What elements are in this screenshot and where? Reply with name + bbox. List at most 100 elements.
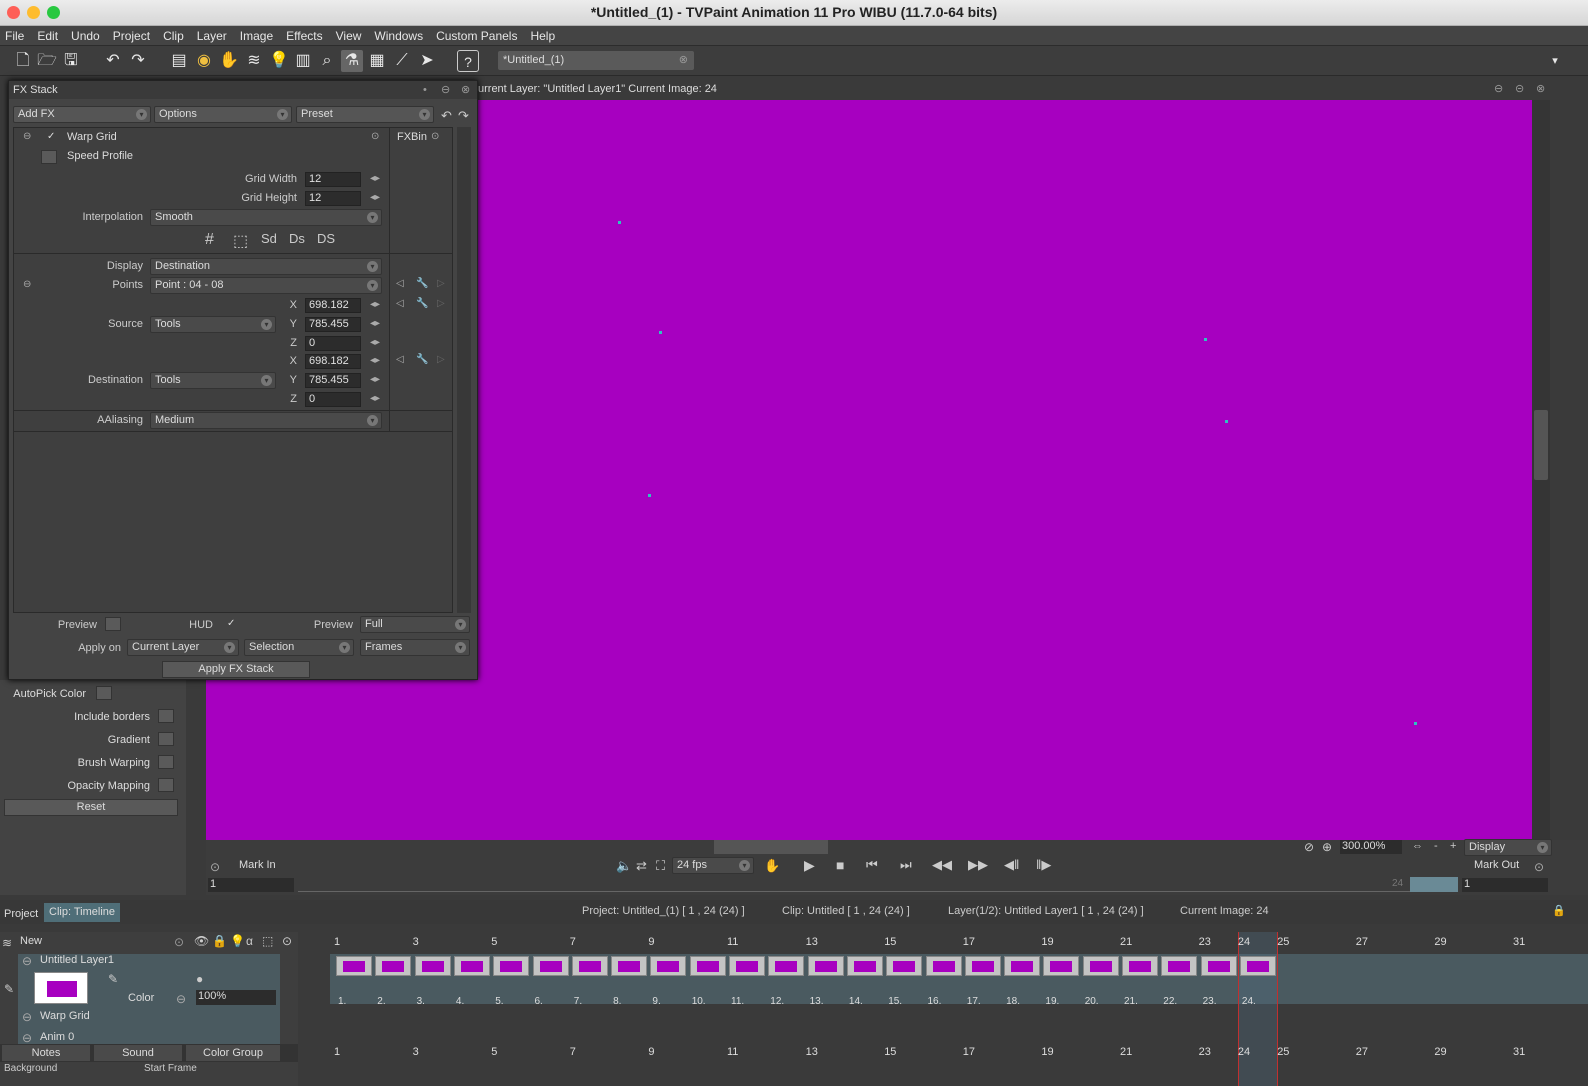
- effect-menu-icon[interactable]: ⊙: [371, 131, 379, 142]
- brush-warping-checkbox[interactable]: [158, 755, 174, 769]
- source-y-slider-icon[interactable]: ◂▸: [370, 318, 380, 329]
- frame-cell[interactable]: [964, 956, 1001, 976]
- menu-file[interactable]: File: [0, 29, 32, 43]
- new-file-icon[interactable]: 🗋: [12, 50, 34, 72]
- frame-slider-thumb[interactable]: [1410, 877, 1458, 892]
- grid-height-input[interactable]: 12: [305, 191, 361, 206]
- light-table-icon[interactable]: 💡: [268, 50, 290, 72]
- zoom-in-icon[interactable]: +: [1450, 840, 1456, 852]
- swap-mode-icon[interactable]: DS: [317, 231, 335, 246]
- key-wrench-icon[interactable]: 🔧: [416, 278, 428, 289]
- frame-cell[interactable]: [1082, 956, 1119, 976]
- frame-cell[interactable]: [650, 956, 687, 976]
- help-icon[interactable]: ?: [457, 50, 479, 72]
- scrub-icon[interactable]: ✋: [764, 858, 780, 874]
- minimize-view-icon[interactable]: ⊝: [1515, 80, 1524, 98]
- warp-grid-track[interactable]: Warp Grid: [40, 1010, 90, 1022]
- tab-notes[interactable]: Notes: [2, 1045, 90, 1061]
- scrollbar-thumb[interactable]: [1534, 410, 1548, 480]
- menu-edit[interactable]: Edit: [32, 29, 66, 43]
- source-mode-dropdown[interactable]: Tools ▾: [150, 316, 276, 333]
- loop-icon[interactable]: ⇄: [636, 858, 647, 874]
- close-tab-icon[interactable]: ⊗: [679, 51, 688, 70]
- reset-button[interactable]: Reset: [4, 799, 178, 816]
- tab-sound[interactable]: Sound: [94, 1045, 182, 1061]
- lightbulb-icon[interactable]: 💡: [230, 934, 245, 948]
- toolbox-icon[interactable]: ▤: [168, 50, 190, 72]
- layers-stack-icon[interactable]: ≋: [2, 936, 12, 950]
- interpolation-dropdown[interactable]: Smooth ▾: [150, 209, 382, 226]
- graph-icon[interactable]: ⟋: [391, 50, 413, 72]
- display-dropdown[interactable]: Destination ▾: [150, 258, 382, 275]
- play-icon[interactable]: ▶: [804, 857, 815, 874]
- zoom-fit-icon[interactable]: ⇔: [1412, 840, 1423, 852]
- alpha-icon[interactable]: α: [246, 934, 253, 948]
- frame-cell[interactable]: [886, 956, 923, 976]
- next-key-icon[interactable]: ▷: [437, 298, 445, 309]
- horizontal-scrollbar-thumb[interactable]: [714, 840, 828, 854]
- frame-cell[interactable]: [1200, 956, 1237, 976]
- pin-icon[interactable]: •: [423, 81, 427, 99]
- fxbin-label[interactable]: FXBin: [397, 131, 427, 143]
- fullscreen-icon[interactable]: ⛶: [656, 858, 665, 874]
- warp-point[interactable]: [1225, 420, 1228, 423]
- include-borders-checkbox[interactable]: [158, 709, 174, 723]
- close-panel-icon[interactable]: ⊗: [461, 81, 470, 99]
- grid-width-slider-icon[interactable]: ◂▸: [370, 173, 380, 184]
- zoom-reset-icon[interactable]: ⊘: [1304, 840, 1314, 854]
- menu-custom-panels[interactable]: Custom Panels: [431, 29, 525, 43]
- selection-dropdown[interactable]: Selection ▾: [244, 639, 354, 656]
- layer-thumbnail[interactable]: [34, 972, 88, 1004]
- collapse-points-icon[interactable]: ⊖: [23, 279, 31, 290]
- preview-checkbox[interactable]: [105, 617, 121, 631]
- hud-check-icon[interactable]: ✓: [227, 618, 235, 629]
- display-mode-dropdown[interactable]: Display ▾: [1464, 839, 1552, 856]
- options-dropdown[interactable]: Options ▾: [154, 106, 292, 123]
- mark-in-label[interactable]: Mark In: [239, 859, 276, 871]
- xsheet-icon[interactable]: ▥: [292, 50, 314, 72]
- frame-cell[interactable]: [336, 956, 372, 976]
- frame-cell[interactable]: [493, 956, 530, 976]
- redo-fx-icon[interactable]: ↷: [458, 108, 469, 124]
- center-view-icon[interactable]: ⊕: [1322, 840, 1332, 854]
- frame-cell[interactable]: [532, 956, 569, 976]
- menu-help[interactable]: Help: [525, 29, 563, 43]
- next-key-icon[interactable]: ▷: [437, 354, 445, 365]
- menu-image[interactable]: Image: [235, 29, 281, 43]
- collapse-layer-icon[interactable]: ⊖: [22, 954, 32, 968]
- brush-icon[interactable]: ✋: [218, 50, 240, 72]
- grid-width-input[interactable]: 12: [305, 172, 361, 187]
- undo-fx-icon[interactable]: ↶: [441, 108, 452, 124]
- frame-cell[interactable]: [1122, 956, 1158, 976]
- minimize-window-button[interactable]: [27, 6, 40, 19]
- tab-project[interactable]: Project: [4, 908, 38, 920]
- grid-mode-icon[interactable]: #: [205, 231, 214, 249]
- menu-undo[interactable]: Undo: [66, 29, 108, 43]
- frame-slider[interactable]: [298, 878, 1458, 892]
- start-frame-input[interactable]: 1: [208, 878, 294, 892]
- frame-cell[interactable]: [453, 956, 490, 976]
- visibility-icon[interactable]: 👁: [194, 934, 209, 948]
- target-icon[interactable]: ⊙: [282, 934, 292, 948]
- zoom-input[interactable]: 300.00%: [1340, 840, 1402, 854]
- chevron-down-icon[interactable]: ⊙: [174, 935, 184, 949]
- frame-cell[interactable]: [1004, 956, 1041, 976]
- fps-dropdown[interactable]: 24 fps ▾: [672, 857, 754, 874]
- lock-icon[interactable]: 🔒: [1552, 904, 1566, 917]
- destination-x-slider-icon[interactable]: ◂▸: [370, 355, 380, 366]
- source-z-slider-icon[interactable]: ◂▸: [370, 337, 380, 348]
- key-wrench-icon[interactable]: 🔧: [416, 298, 428, 309]
- layers-icon[interactable]: ≋: [243, 50, 265, 72]
- prev-key-icon[interactable]: ◁: [396, 278, 404, 289]
- apply-on-dropdown[interactable]: Current Layer ▾: [127, 639, 239, 656]
- frame-cell[interactable]: [1239, 956, 1276, 976]
- rewind-icon[interactable]: ◀◀: [932, 857, 952, 873]
- menu-windows[interactable]: Windows: [369, 29, 431, 43]
- close-window-button[interactable]: [7, 6, 20, 19]
- frame-cell[interactable]: [729, 956, 765, 976]
- frame-cell[interactable]: [768, 956, 805, 976]
- destination-mode-icon[interactable]: Ds: [289, 231, 305, 246]
- frame-cell[interactable]: [414, 956, 451, 976]
- menu-layer[interactable]: Layer: [192, 29, 235, 43]
- fx-scrollbar[interactable]: [457, 127, 471, 613]
